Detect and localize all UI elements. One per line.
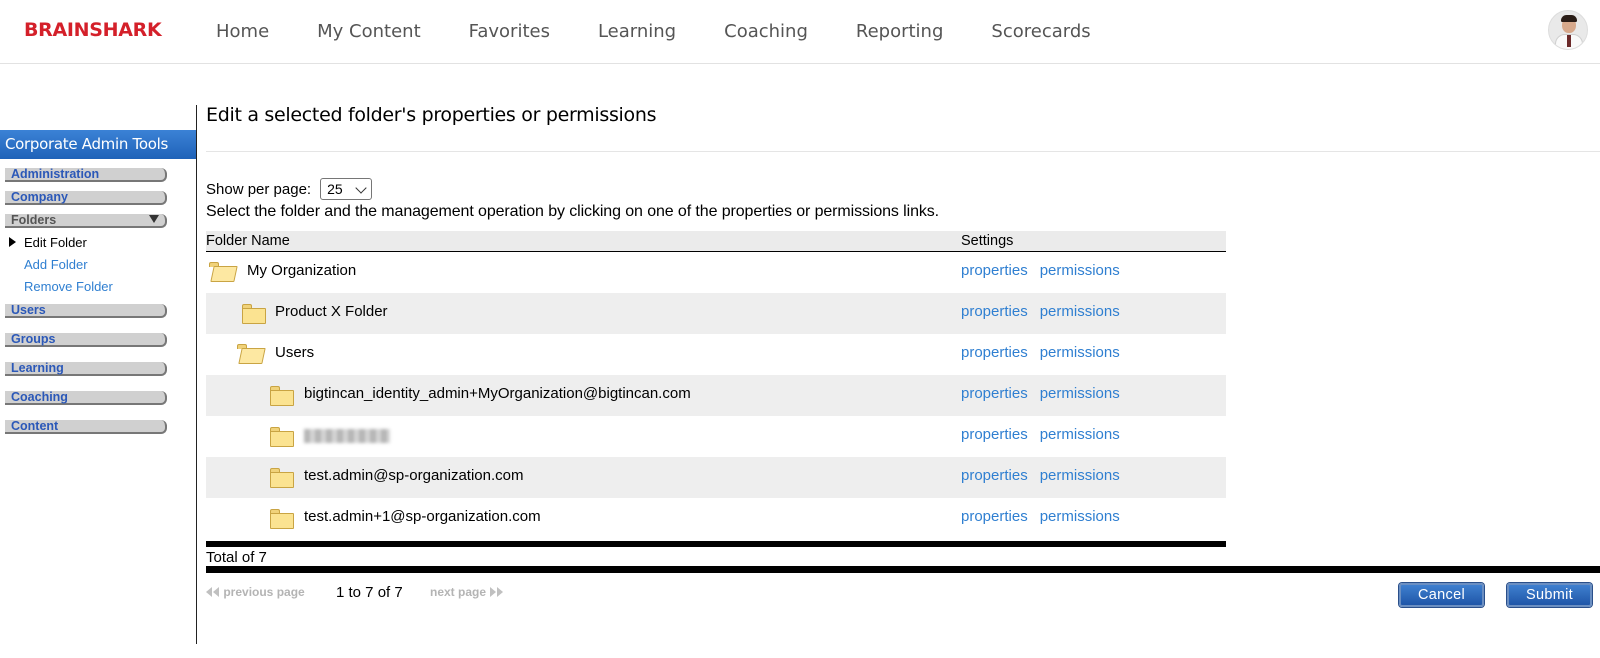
- nav-reporting[interactable]: Reporting: [832, 21, 968, 42]
- sidebar-group-folders[interactable]: Folders: [5, 213, 167, 228]
- sidebar-group-label: Learning: [11, 361, 64, 375]
- folder-name: test.admin@sp-organization.com: [304, 467, 524, 484]
- brainshark-logo[interactable]: BRAINSHARK: [24, 19, 162, 41]
- folder-name: Product X Folder: [275, 303, 388, 320]
- folder-icon: [270, 509, 294, 529]
- sidebar-group-administration[interactable]: Administration: [5, 167, 167, 182]
- table-header: Folder Name Settings: [206, 231, 1226, 252]
- previous-page-button[interactable]: previous page: [206, 585, 305, 599]
- folder-icon: [270, 468, 294, 488]
- table-row: Product X Folder properties permissions: [206, 293, 1226, 334]
- table-row: test.admin@sp-organization.com propertie…: [206, 457, 1226, 498]
- next-page-button[interactable]: next page: [430, 585, 504, 599]
- total-count: Total of 7: [206, 549, 267, 566]
- table-row: properties permissions: [206, 416, 1226, 457]
- properties-link[interactable]: properties: [961, 385, 1028, 402]
- sidebar-divider: [196, 105, 197, 644]
- folder-icon: [270, 386, 294, 406]
- nav-learning[interactable]: Learning: [574, 21, 700, 42]
- permissions-link[interactable]: permissions: [1040, 426, 1120, 443]
- sidebar-group-content[interactable]: Content: [5, 419, 167, 434]
- permissions-link[interactable]: permissions: [1040, 508, 1120, 525]
- properties-link[interactable]: properties: [961, 508, 1028, 525]
- table-row: My Organization properties permissions: [206, 252, 1226, 293]
- instructions-text: Select the folder and the management ope…: [206, 203, 940, 220]
- sidebar-group-learning[interactable]: Learning: [5, 361, 167, 376]
- next-arrow-icon: [490, 587, 497, 597]
- permissions-link[interactable]: permissions: [1040, 262, 1120, 279]
- folder-icon: [270, 427, 294, 447]
- sidebar-group-coaching[interactable]: Coaching: [5, 390, 167, 405]
- nav-home[interactable]: Home: [192, 21, 293, 42]
- divider: [206, 151, 1600, 152]
- chevron-down-icon: [355, 182, 367, 194]
- folder-name: My Organization: [247, 262, 357, 279]
- last-page-icon: [497, 587, 504, 597]
- cancel-button[interactable]: Cancel: [1399, 583, 1484, 607]
- sidebar-header: Corporate Admin Tools: [0, 130, 196, 159]
- prev-arrow-icon: [213, 587, 219, 597]
- nav-favorites[interactable]: Favorites: [445, 21, 574, 42]
- footer-rule: [206, 566, 1600, 573]
- permissions-link[interactable]: permissions: [1040, 344, 1120, 361]
- permissions-link[interactable]: permissions: [1040, 303, 1120, 320]
- sidebar-group-label: Content: [11, 419, 59, 433]
- folder-submenu: Edit Folder Add Folder Remove Folder: [8, 232, 196, 298]
- sidebar-group-label: Company: [11, 190, 68, 204]
- nav-my-content[interactable]: My Content: [293, 21, 445, 42]
- properties-link[interactable]: properties: [961, 262, 1028, 279]
- nav-coaching[interactable]: Coaching: [700, 21, 832, 42]
- column-header-folder-name: Folder Name: [206, 233, 290, 249]
- sidebar-group-company[interactable]: Company: [5, 190, 167, 205]
- folder-name: bigtincan_identity_admin+MyOrganization@…: [304, 385, 691, 402]
- admin-sidebar: Corporate Admin Tools Administration Com…: [0, 130, 196, 434]
- first-page-icon: [206, 587, 212, 597]
- triangle-right-icon: [9, 237, 16, 247]
- open-folder-icon: [209, 262, 238, 282]
- user-avatar[interactable]: [1548, 10, 1588, 50]
- table-row: test.admin+1@sp-organization.com propert…: [206, 498, 1226, 539]
- page-title: Edit a selected folder's properties or p…: [206, 104, 657, 126]
- column-header-settings: Settings: [961, 233, 1014, 249]
- main-content: Edit a selected folder's properties or p…: [206, 100, 1600, 568]
- table-row: bigtincan_identity_admin+MyOrganization@…: [206, 375, 1226, 416]
- sidebar-group-label: Coaching: [11, 390, 68, 404]
- top-navigation: BRAINSHARK Home My Content Favorites Lea…: [0, 0, 1600, 64]
- sidebar-item-edit-folder[interactable]: Edit Folder: [8, 232, 196, 254]
- caret-down-icon: [149, 215, 159, 223]
- submit-button[interactable]: Submit: [1507, 583, 1592, 607]
- folder-icon: [242, 304, 266, 324]
- sidebar-group-label: Administration: [11, 167, 100, 181]
- properties-link[interactable]: properties: [961, 426, 1028, 443]
- permissions-link[interactable]: permissions: [1040, 467, 1120, 484]
- properties-link[interactable]: properties: [961, 303, 1028, 320]
- properties-link[interactable]: properties: [961, 467, 1028, 484]
- open-folder-icon: [237, 344, 266, 364]
- sidebar-item-add-folder[interactable]: Add Folder: [8, 254, 196, 276]
- sidebar-item-remove-folder[interactable]: Remove Folder: [8, 276, 196, 298]
- folder-name: test.admin+1@sp-organization.com: [304, 508, 541, 525]
- redacted-folder-name: [304, 429, 390, 443]
- permissions-link[interactable]: permissions: [1040, 385, 1120, 402]
- folder-name: Users: [275, 344, 315, 361]
- per-page-control: Show per page: 25: [206, 178, 1600, 200]
- sidebar-group-users[interactable]: Users: [5, 303, 167, 318]
- table-footer-rule: [206, 541, 1226, 547]
- per-page-select[interactable]: 25: [320, 178, 373, 200]
- sidebar-group-label: Groups: [11, 332, 56, 346]
- page-range: 1 to 7 of 7: [336, 584, 403, 601]
- nav-scorecards[interactable]: Scorecards: [967, 21, 1114, 42]
- pagination: previous page 1 to 7 of 7 next page Canc…: [206, 583, 1600, 609]
- sidebar-group-label: Folders: [11, 213, 57, 227]
- main-nav: Home My Content Favorites Learning Coach…: [192, 0, 1115, 62]
- properties-link[interactable]: properties: [961, 344, 1028, 361]
- folder-table: Folder Name Settings My Organization pro…: [206, 231, 1226, 568]
- sidebar-group-groups[interactable]: Groups: [5, 332, 167, 347]
- per-page-label: Show per page:: [206, 180, 312, 198]
- sidebar-group-label: Users: [11, 303, 46, 317]
- table-row: Users properties permissions: [206, 334, 1226, 375]
